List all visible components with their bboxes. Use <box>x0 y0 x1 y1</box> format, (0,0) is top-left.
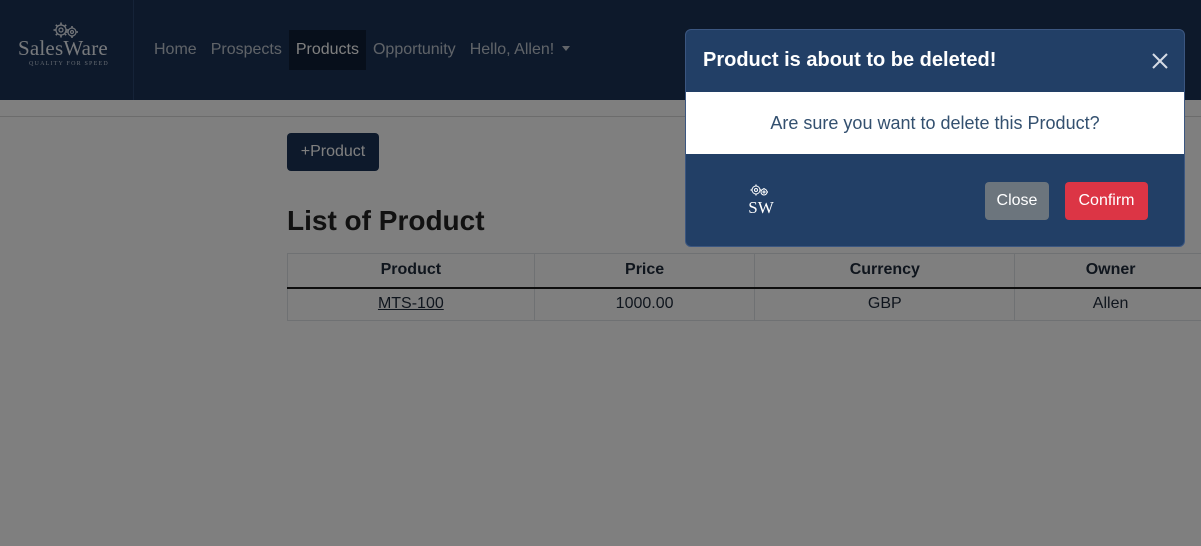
modal-header: Product is about to be deleted! <box>686 30 1184 92</box>
delete-confirm-modal: Product is about to be deleted! Are sure… <box>685 29 1185 247</box>
close-icon[interactable] <box>1151 52 1169 70</box>
modal-message: Are sure you want to delete this Product… <box>770 112 1100 133</box>
modal-title: Product is about to be deleted! <box>703 49 997 71</box>
sw-logo-icon: SW <box>748 184 775 217</box>
modal-body: Are sure you want to delete this Product… <box>686 92 1184 154</box>
confirm-delete-button[interactable]: Confirm <box>1065 182 1148 220</box>
sw-logo-text: SW <box>748 198 774 217</box>
modal-close-button[interactable]: Close <box>985 182 1049 220</box>
modal-footer: SW Close Confirm <box>686 154 1184 246</box>
